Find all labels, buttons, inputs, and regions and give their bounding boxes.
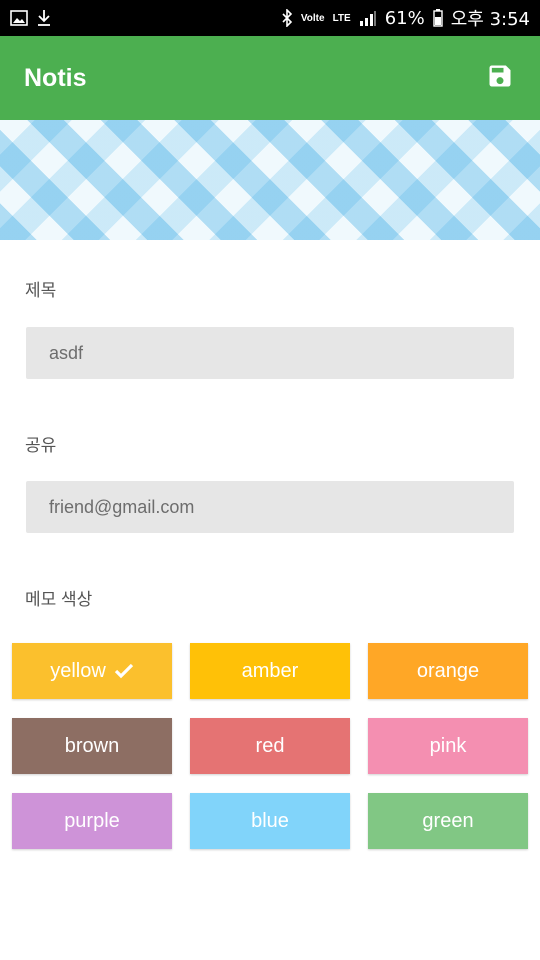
bluetooth-icon: [281, 9, 293, 27]
status-bar: Volte LTE 61% 오후 3:54: [0, 0, 540, 36]
image-icon: [10, 10, 28, 26]
color-swatch-label: red: [255, 734, 285, 757]
network-indicator: LTE: [332, 12, 351, 24]
save-icon: [486, 62, 514, 95]
title-label: 제목: [25, 281, 57, 300]
volte-indicator: Volte: [300, 12, 325, 24]
color-swatch-blue[interactable]: blue: [190, 793, 350, 849]
app-title: Notis: [24, 63, 87, 92]
color-swatch-green[interactable]: green: [368, 793, 528, 849]
status-left: [10, 9, 52, 27]
battery-percent: 61%: [384, 7, 425, 29]
title-field-value: asdf: [49, 342, 84, 363]
share-email-field[interactable]: friend@gmail.com: [26, 481, 514, 533]
check-icon: [114, 663, 134, 679]
battery-icon: [433, 9, 443, 27]
memo-color-label: 메모 색상: [25, 590, 93, 609]
title-field[interactable]: asdf: [26, 327, 514, 379]
color-swatch-label: blue: [251, 809, 289, 832]
color-swatch-purple[interactable]: purple: [12, 793, 172, 849]
color-swatch-label: yellow: [50, 659, 106, 682]
color-swatch-orange[interactable]: orange: [368, 643, 528, 699]
color-swatch-label: purple: [64, 809, 120, 832]
save-button[interactable]: [482, 60, 518, 96]
color-swatch-yellow[interactable]: yellow: [12, 643, 172, 699]
color-swatch-pink[interactable]: pink: [368, 718, 528, 774]
signal-icon: [359, 10, 377, 26]
app-bar: Notis: [0, 36, 540, 120]
color-swatch-brown[interactable]: brown: [12, 718, 172, 774]
color-swatch-label: brown: [64, 734, 120, 757]
color-swatch-label: amber: [241, 659, 299, 682]
header-banner: [0, 120, 540, 240]
color-swatch-amber[interactable]: amber: [190, 643, 350, 699]
color-swatch-label: orange: [416, 659, 480, 682]
share-label: 공유: [25, 436, 57, 455]
status-right: Volte LTE 61% 오후 3:54: [281, 5, 530, 31]
color-swatch-label: green: [422, 809, 474, 832]
clock: 오후 3:54: [450, 9, 530, 30]
download-icon: [36, 9, 52, 27]
color-swatch-red[interactable]: red: [190, 718, 350, 774]
color-swatch-label: pink: [429, 734, 467, 757]
share-email-value: friend@gmail.com: [49, 496, 195, 517]
